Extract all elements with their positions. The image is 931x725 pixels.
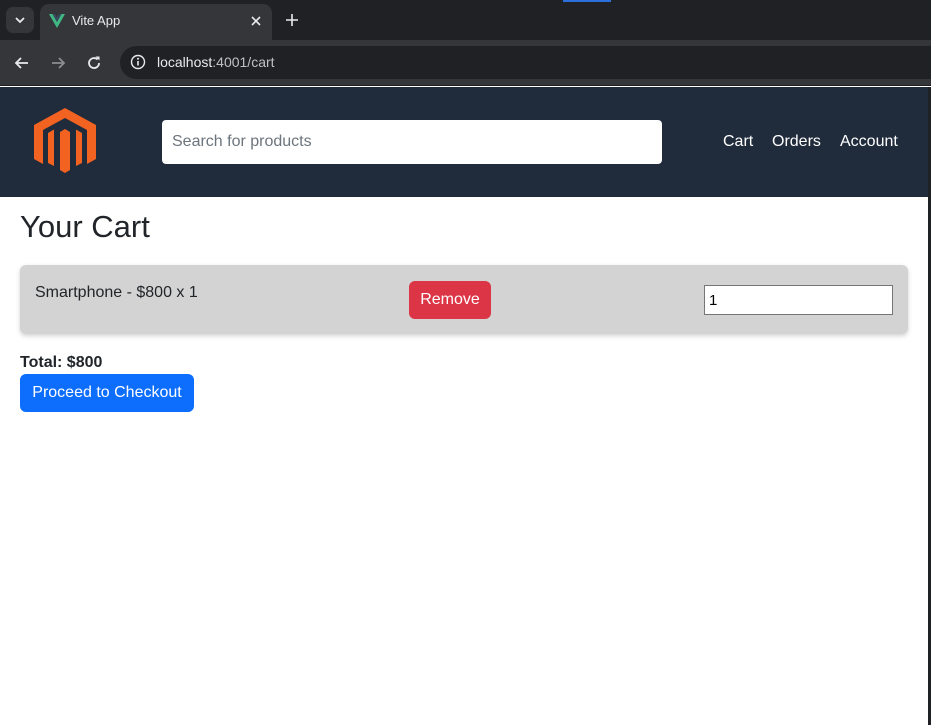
quantity-input[interactable]	[704, 285, 893, 315]
url-host: localhost	[157, 54, 213, 70]
browser-toolbar: localhost:4001/cart	[0, 40, 931, 86]
close-icon	[251, 16, 261, 26]
nav-link-account[interactable]: Account	[840, 133, 898, 151]
cart-total: Total: $800	[20, 354, 103, 371]
cart-item: Smartphone - $800 x 1 Remove	[20, 265, 908, 334]
back-button[interactable]	[10, 51, 34, 75]
tab-close-button[interactable]	[246, 11, 266, 31]
tab-list-button[interactable]	[6, 7, 34, 33]
new-tab-button[interactable]	[281, 9, 303, 31]
info-icon	[130, 54, 146, 70]
plus-icon	[286, 14, 298, 26]
browser-tab[interactable]: Vite App	[40, 4, 272, 40]
reload-icon	[88, 56, 100, 69]
page-title: Your Cart	[20, 209, 150, 244]
reload-button[interactable]	[82, 51, 106, 75]
checkout-button[interactable]: Proceed to Checkout	[20, 374, 194, 412]
magento-logo-icon[interactable]	[34, 108, 96, 176]
cart-item-label: Smartphone - $800 x 1	[35, 284, 198, 301]
url-path: :4001/cart	[212, 54, 275, 70]
arrow-left-icon	[14, 57, 28, 69]
vue-logo-icon	[49, 14, 65, 28]
chevron-down-icon	[15, 17, 25, 24]
browser-tab-bar: Vite App	[0, 0, 931, 40]
site-info-button[interactable]	[128, 52, 148, 72]
arrow-right-icon	[52, 57, 66, 69]
site-header: Cart Orders Account	[0, 87, 928, 197]
forward-button[interactable]	[46, 51, 70, 75]
tab-title: Vite App	[72, 13, 121, 28]
nav-link-orders[interactable]: Orders	[772, 133, 821, 151]
address-bar[interactable]: localhost:4001/cart	[120, 46, 931, 79]
tab-strip-accent	[563, 0, 611, 2]
nav-link-cart[interactable]: Cart	[723, 133, 753, 151]
search-input[interactable]	[162, 120, 662, 164]
url-text: localhost:4001/cart	[157, 54, 275, 70]
remove-button[interactable]: Remove	[409, 281, 491, 319]
